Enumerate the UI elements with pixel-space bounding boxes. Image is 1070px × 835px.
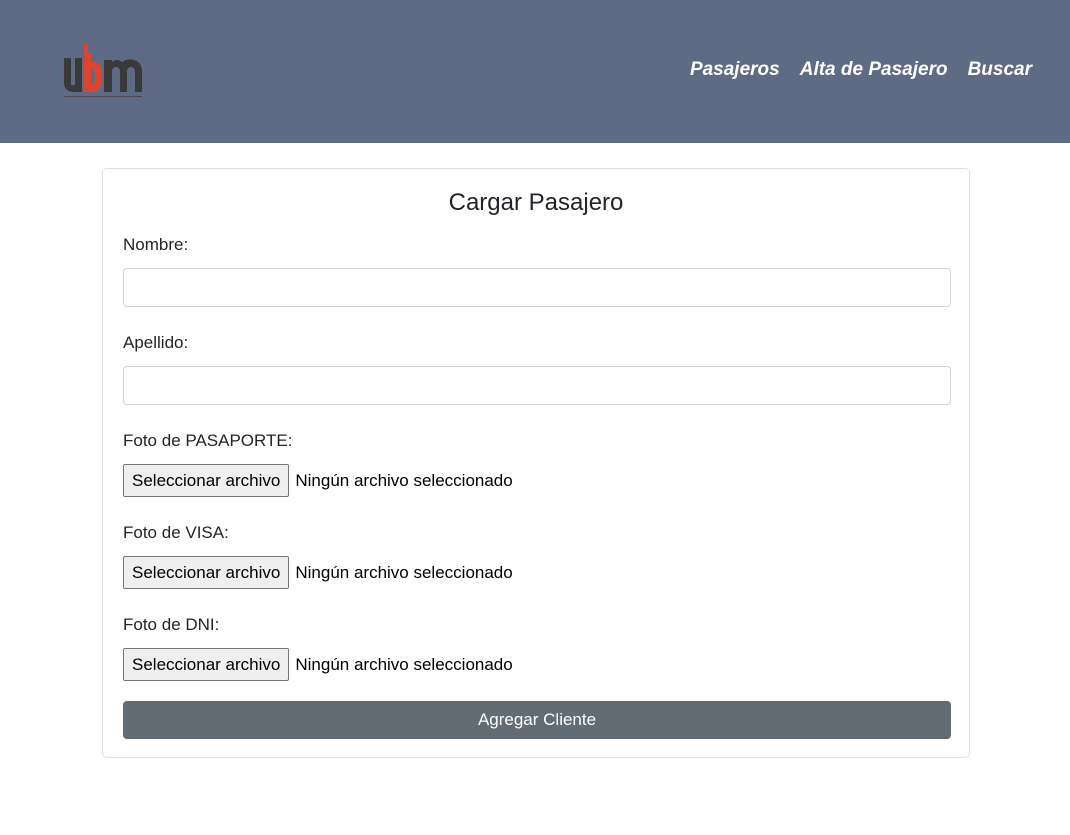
top-navbar: Pasajeros Alta de Pasajero Buscar <box>0 0 1070 143</box>
pasaporte-choose-file-button[interactable]: Seleccionar archivo <box>123 464 290 497</box>
dni-label: Foto de DNI: <box>123 615 220 634</box>
apellido-label: Apellido: <box>123 333 189 352</box>
nombre-label: Nombre: <box>123 235 189 254</box>
nav-link-alta-pasajero[interactable]: Alta de Pasajero <box>800 57 948 83</box>
nav-link-buscar[interactable]: Buscar <box>968 57 1032 83</box>
pasaporte-label: Foto de PASAPORTE: <box>123 431 293 450</box>
nav-links: Pasajeros Alta de Pasajero Buscar <box>690 57 1032 83</box>
pasaporte-file-input: Seleccionar archivo Ningún archivo selec… <box>123 464 513 497</box>
agregar-cliente-button[interactable]: Agregar Cliente <box>123 701 951 739</box>
ubm-logo-icon <box>64 44 142 97</box>
nombre-input[interactable] <box>123 268 951 307</box>
dni-file-status: Ningún archivo seleccionado <box>295 654 513 674</box>
passenger-form-card: Cargar Pasajero Nombre: Apellido: Foto d… <box>102 168 970 758</box>
brand-logo[interactable] <box>62 40 144 106</box>
visa-file-status: Ningún archivo seleccionado <box>295 562 513 582</box>
visa-label: Foto de VISA: <box>123 523 229 542</box>
apellido-input[interactable] <box>123 366 951 405</box>
visa-file-input: Seleccionar archivo Ningún archivo selec… <box>123 556 513 589</box>
pasaporte-file-status: Ningún archivo seleccionado <box>295 470 513 490</box>
dni-file-input: Seleccionar archivo Ningún archivo selec… <box>123 648 513 681</box>
nav-link-pasajeros[interactable]: Pasajeros <box>690 57 780 83</box>
visa-choose-file-button[interactable]: Seleccionar archivo <box>123 556 290 589</box>
dni-choose-file-button[interactable]: Seleccionar archivo <box>123 648 290 681</box>
form-title: Cargar Pasajero <box>448 189 624 216</box>
